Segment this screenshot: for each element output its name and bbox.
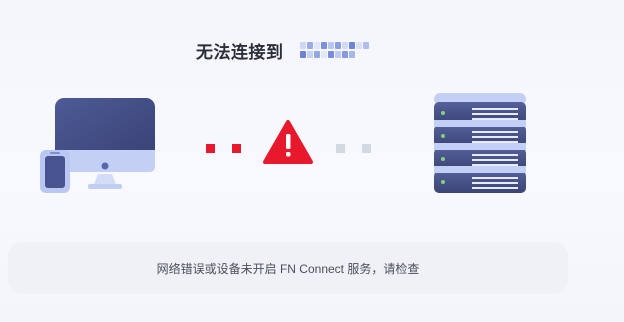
- page-title: 无法连接到: [196, 42, 284, 62]
- connection-error-header: 无法连接到: [196, 36, 370, 64]
- idle-dot: [362, 144, 371, 153]
- obscured-device-name: [299, 42, 370, 58]
- error-message-panel: 网络错误或设备未开启 FN Connect 服务，请检查: [8, 242, 568, 294]
- warning-triangle-icon: [263, 120, 313, 164]
- error-dot: [206, 144, 215, 153]
- idle-dot: [336, 144, 345, 153]
- connection-illustration: [40, 93, 526, 193]
- error-message: 网络错误或设备未开启 FN Connect 服务，请检查: [156, 261, 420, 276]
- server-icon: [434, 93, 526, 193]
- error-dot: [232, 144, 241, 153]
- phone-icon: [40, 150, 70, 193]
